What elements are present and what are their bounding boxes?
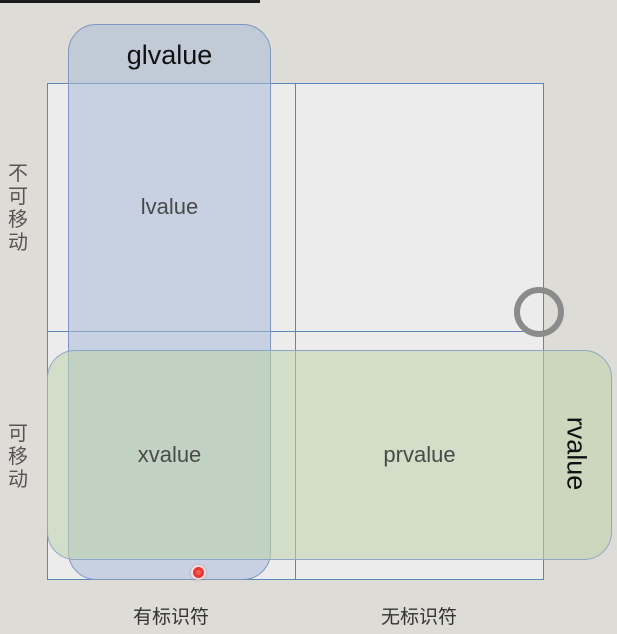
top-bar-strip [0,0,260,3]
red-pointer-dot-icon [193,567,204,578]
row-label-not-movable: 不可移动 [8,161,28,254]
col-label-no-identity: 无标识符 [380,606,457,628]
xvalue-label: xvalue [137,442,202,467]
prvalue-label: prvalue [383,442,456,467]
rvalue-label: rvalue [561,416,592,491]
col-label-has-identity: 有标识符 [132,606,209,628]
row-label-movable: 可移动 [8,421,28,491]
lvalue-label: lvalue [140,194,199,219]
cell-empty-top-right [295,83,544,332]
glvalue-label: glvalue [126,40,213,70]
loading-ring-icon [514,287,564,337]
